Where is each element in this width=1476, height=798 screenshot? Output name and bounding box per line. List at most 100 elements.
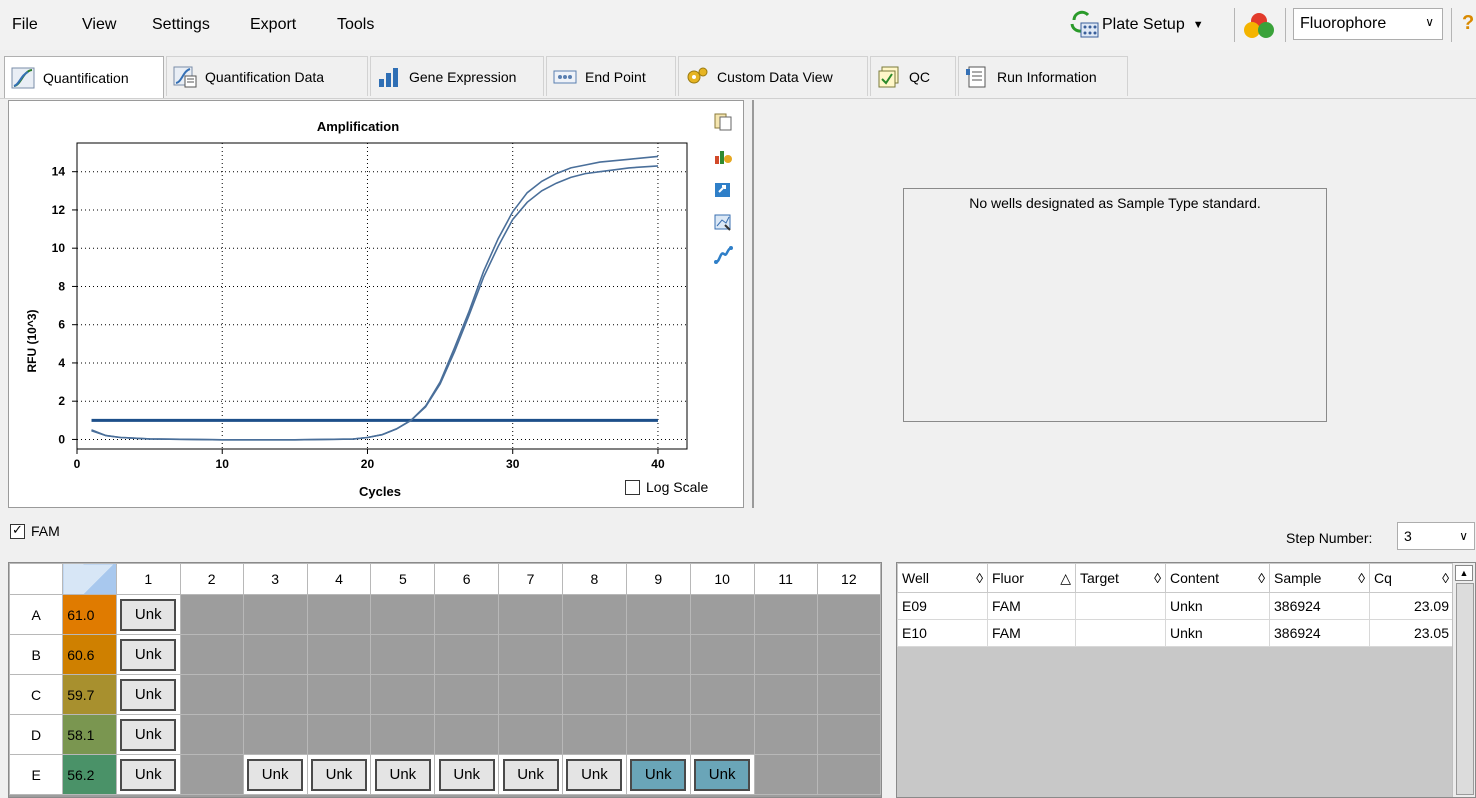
cell-cq[interactable]: 23.05	[1369, 619, 1454, 647]
plate-well[interactable]	[816, 594, 881, 635]
scrollbar-thumb[interactable]	[1456, 583, 1474, 795]
plate-well[interactable]	[625, 674, 691, 715]
copy-icon[interactable]	[713, 111, 733, 131]
plate-well[interactable]	[625, 594, 691, 635]
cell-cq[interactable]: 23.09	[1369, 592, 1454, 620]
table-row[interactable]: E09 FAM Unkn 386924 23.09	[897, 592, 1454, 620]
plate-well[interactable]	[306, 714, 372, 755]
plate-well[interactable]	[179, 674, 244, 715]
plate-well[interactable]	[625, 714, 691, 755]
plate-well[interactable]	[561, 594, 627, 635]
plate-row-header[interactable]: C	[9, 674, 64, 715]
plate-well[interactable]	[179, 714, 244, 755]
plate-column-header[interactable]: 7	[498, 563, 563, 595]
fluorophore-select[interactable]: Fluorophore ∨	[1293, 8, 1443, 40]
tab-custom-data-view[interactable]: Custom Data View	[678, 56, 868, 96]
plate-well[interactable]: Unk	[434, 754, 500, 795]
plate-row-header[interactable]: A	[9, 594, 64, 635]
plate-well[interactable]	[370, 674, 436, 715]
plate-well[interactable]	[306, 634, 372, 675]
plate-well[interactable]	[753, 634, 818, 675]
plate-well[interactable]: Unk	[242, 754, 308, 795]
plate-well[interactable]	[242, 714, 308, 755]
plate-well[interactable]	[434, 634, 500, 675]
plate-well[interactable]	[753, 674, 818, 715]
plate-well[interactable]	[498, 674, 563, 715]
column-header-content[interactable]: Content ◊	[1165, 563, 1270, 593]
plate-well[interactable]: Unk	[115, 714, 181, 755]
plate-well[interactable]	[370, 634, 436, 675]
fam-checkbox[interactable]: ✓	[10, 522, 25, 539]
plate-well[interactable]	[561, 714, 627, 755]
cell-target[interactable]	[1075, 592, 1166, 620]
plate-well[interactable]	[370, 594, 436, 635]
tab-qc[interactable]: QC	[870, 56, 956, 96]
plate-well[interactable]	[498, 634, 563, 675]
cell-fluor[interactable]: FAM	[987, 592, 1076, 620]
column-header-well[interactable]: Well ◊	[897, 563, 988, 593]
plate-column-header[interactable]: 6	[434, 563, 500, 595]
plate-row-header[interactable]: B	[9, 634, 64, 675]
cell-sample[interactable]: 386924	[1269, 619, 1370, 647]
cell-target[interactable]	[1075, 619, 1166, 647]
plate-column-header[interactable]: 2	[179, 563, 244, 595]
plate-well[interactable]	[370, 714, 436, 755]
plate-well[interactable]: Unk	[370, 754, 436, 795]
plate-column-header[interactable]: 12	[816, 563, 881, 595]
color-palette-icon[interactable]	[1242, 10, 1276, 40]
plate-well[interactable]: Unk	[689, 754, 755, 795]
amplification-chart[interactable]: Amplification Cycles RFU (10^3) 0 10 20 30 4…	[9, 101, 743, 507]
help-icon[interactable]: ?	[1462, 12, 1474, 35]
plate-well[interactable]	[242, 674, 308, 715]
tab-run-information[interactable]: Run Information	[958, 56, 1128, 96]
plate-map[interactable]: 1 2 3 4 5 6 7 8 9 10 11 12 A 61.0 Unk B 60.6…	[8, 562, 882, 798]
plate-corner-select-all[interactable]	[62, 563, 117, 595]
plate-well[interactable]	[179, 594, 244, 635]
plate-well[interactable]	[816, 754, 881, 795]
column-header-sample[interactable]: Sample ◊	[1269, 563, 1370, 593]
plate-column-header[interactable]: 11	[753, 563, 818, 595]
plate-well[interactable]	[625, 634, 691, 675]
plate-well[interactable]	[753, 714, 818, 755]
export-icon[interactable]	[713, 179, 733, 199]
plate-well[interactable]	[753, 754, 818, 795]
plate-well[interactable]	[434, 674, 500, 715]
plate-setup-button[interactable]: Plate Setup ▼	[1068, 8, 1204, 42]
tab-end-point[interactable]: End Point	[546, 56, 676, 96]
plate-well[interactable]	[306, 674, 372, 715]
plate-well[interactable]: Unk	[115, 754, 181, 795]
plate-well[interactable]: Unk	[306, 754, 372, 795]
plate-column-header[interactable]: 5	[370, 563, 436, 595]
plate-well[interactable]	[498, 714, 563, 755]
menu-file[interactable]: File	[12, 16, 38, 34]
zoom-chart-icon[interactable]	[713, 212, 733, 232]
plate-well[interactable]	[689, 634, 755, 675]
plate-well[interactable]	[434, 714, 500, 755]
cell-content[interactable]: Unkn	[1165, 619, 1270, 647]
plate-well[interactable]	[689, 674, 755, 715]
menu-view[interactable]: View	[82, 16, 116, 34]
plate-column-header[interactable]: 3	[242, 563, 308, 595]
column-header-target[interactable]: Target ◊	[1075, 563, 1166, 593]
plate-well[interactable]	[816, 714, 881, 755]
plate-well[interactable]	[434, 594, 500, 635]
plate-well[interactable]	[242, 634, 308, 675]
cell-well[interactable]: E09	[897, 592, 988, 620]
menu-tools[interactable]: Tools	[337, 16, 374, 34]
plate-well[interactable]	[816, 634, 881, 675]
cell-fluor[interactable]: FAM	[987, 619, 1076, 647]
plate-row-header[interactable]: D	[9, 714, 64, 755]
plate-well[interactable]	[306, 594, 372, 635]
plate-well[interactable]	[498, 594, 563, 635]
plate-well[interactable]	[242, 594, 308, 635]
plate-column-header[interactable]: 4	[306, 563, 372, 595]
plate-well[interactable]	[561, 634, 627, 675]
plate-well[interactable]: Unk	[115, 634, 181, 675]
cell-content[interactable]: Unkn	[1165, 592, 1270, 620]
fam-toggle[interactable]: ✓ FAM	[10, 522, 60, 539]
step-number-select[interactable]: 3 ∨	[1397, 522, 1475, 550]
plate-column-header[interactable]: 1	[115, 563, 181, 595]
log-scale-checkbox[interactable]	[625, 479, 640, 495]
curve-style-icon[interactable]	[713, 245, 733, 265]
menu-export[interactable]: Export	[250, 16, 296, 34]
